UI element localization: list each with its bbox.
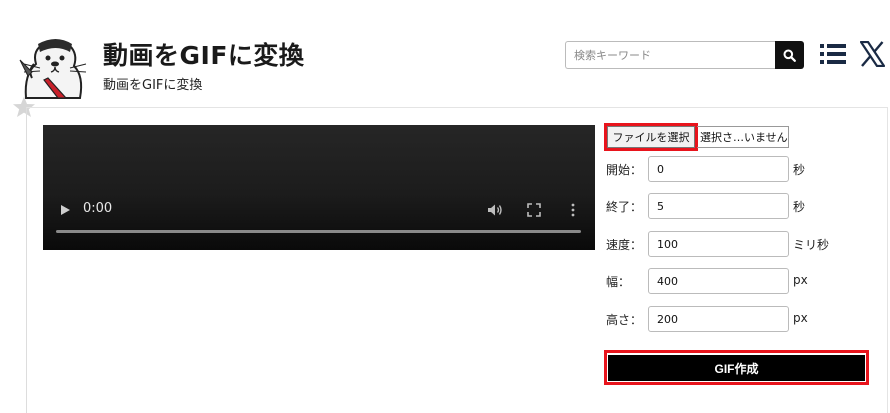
create-gif-highlight: [604, 350, 869, 385]
height-label: 高さ：: [606, 313, 643, 327]
fullscreen-icon[interactable]: [527, 203, 541, 217]
volume-icon[interactable]: [487, 203, 503, 217]
end-label: 終了：: [606, 200, 643, 214]
play-icon[interactable]: [59, 204, 71, 216]
file-button-highlight: [604, 123, 698, 151]
start-unit: 秒: [793, 163, 806, 177]
search-input[interactable]: [565, 41, 775, 69]
menu-icon[interactable]: [820, 42, 846, 66]
width-unit: px: [793, 273, 808, 287]
video-player[interactable]: 0:00: [43, 125, 595, 250]
height-unit: px: [793, 311, 808, 325]
file-status-text: 選択さ…いません: [697, 126, 789, 148]
search-button[interactable]: [775, 41, 804, 69]
search-icon: [783, 49, 796, 62]
start-label: 開始：: [606, 163, 643, 177]
height-input[interactable]: [648, 306, 789, 332]
site-subtitle: 動画をGIFに変換: [103, 78, 203, 93]
width-label: 幅：: [606, 275, 631, 289]
x-logo-icon[interactable]: [860, 41, 885, 67]
logo-otter-icon[interactable]: [18, 34, 98, 100]
width-input[interactable]: [648, 268, 789, 294]
speed-label: 速度：: [606, 238, 643, 252]
video-progress-bar[interactable]: [56, 230, 581, 233]
start-input[interactable]: [648, 156, 789, 182]
end-input[interactable]: [648, 193, 789, 219]
end-unit: 秒: [793, 200, 806, 214]
speed-unit: ミリ秒: [793, 238, 830, 252]
speed-input[interactable]: [648, 231, 789, 257]
video-time: 0:00: [83, 201, 113, 216]
site-title[interactable]: 動画をGIFに変換: [103, 36, 304, 72]
more-options-icon[interactable]: [569, 203, 577, 217]
